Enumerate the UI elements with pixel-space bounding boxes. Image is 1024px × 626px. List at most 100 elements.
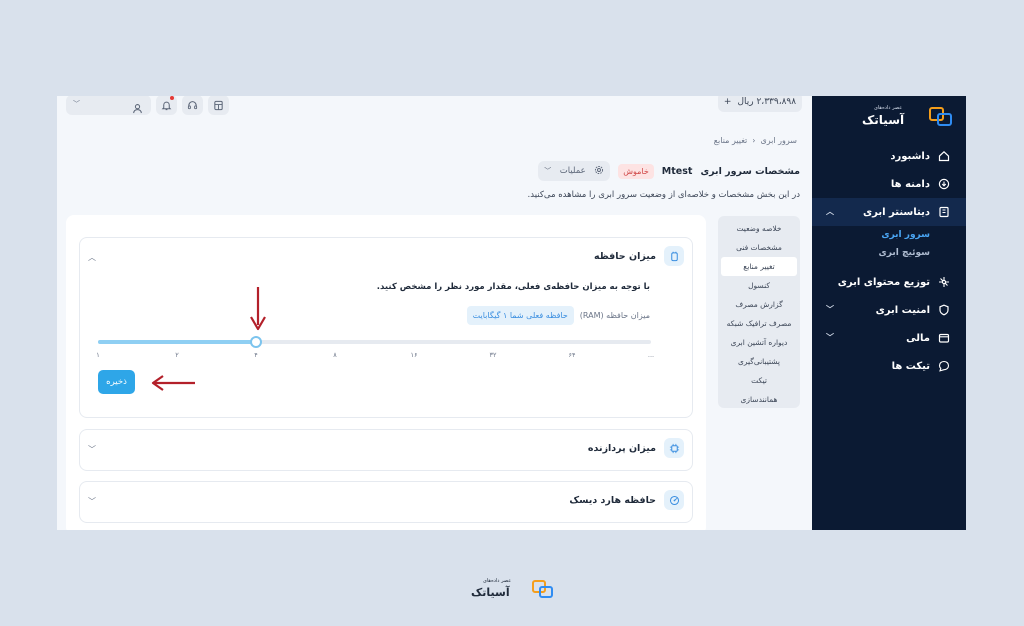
- tab-replication[interactable]: همانندسازی: [721, 390, 797, 409]
- slider-tick: ۳۲: [489, 351, 497, 359]
- logo-mark-blue: [539, 586, 553, 598]
- disk-section[interactable]: حافظه هارد دیسک ﹀: [79, 481, 693, 523]
- tab-backup[interactable]: پشتیبانی‌گیری: [721, 352, 797, 371]
- tab-firewall[interactable]: دیواره آتشین ابری: [721, 333, 797, 352]
- operations-label: عملیات: [559, 166, 586, 176]
- resize-card: میزان حافظه ︿ با توجه به میزان حافظه‌ی ف…: [66, 215, 706, 530]
- chevron-down-icon: ﹀: [544, 167, 552, 175]
- sidebar-item-label: دیتاسنتر ابری: [863, 206, 930, 218]
- save-button[interactable]: ذخیره: [98, 370, 135, 394]
- sidebar-item-cdn[interactable]: توزیع محتوای ابری: [812, 268, 966, 296]
- memory-icon: [664, 246, 684, 266]
- tab-usage-report[interactable]: گزارش مصرف: [721, 295, 797, 314]
- brand-tagline: عصر داده‌های: [874, 105, 903, 111]
- sidebar: عصر داده‌های آسیاتک داشبورد دامنه ها: [812, 96, 966, 530]
- topbar: ۲،۳۳۹،۸۹۸ ریال + ﹀: [57, 96, 812, 118]
- status-badge: خاموش: [618, 163, 654, 179]
- slider-tick: ۶۴: [568, 351, 576, 359]
- wallet-balance[interactable]: ۲،۳۳۹،۸۹۸ ریال +: [718, 96, 802, 112]
- operations-dropdown[interactable]: عملیات ﹀: [538, 161, 611, 181]
- calculator-button[interactable]: [208, 96, 229, 115]
- wallet-icon: [938, 332, 950, 344]
- tab-resize[interactable]: تغییر منابع: [721, 257, 797, 276]
- sidebar-item-label: تیکت ها: [891, 360, 930, 372]
- chevron-up-icon[interactable]: ︿: [88, 252, 96, 263]
- memory-title: میزان حافظه: [594, 250, 656, 262]
- tab-console[interactable]: کنسول: [721, 276, 797, 295]
- tab-network-traffic[interactable]: مصرف ترافیک شبکه: [721, 314, 797, 333]
- footer-brand-name: آسیاتک: [471, 586, 510, 599]
- chat-icon: [938, 360, 950, 372]
- page-title: مشخصات سرور ابری: [700, 165, 800, 177]
- tab-specs[interactable]: مشخصات فنی: [721, 238, 797, 257]
- balance-value: ۲،۳۳۹،۸۹۸ ریال: [737, 97, 797, 107]
- brand-name: آسیاتک: [862, 113, 905, 127]
- slider-fill: [98, 340, 256, 344]
- home-icon: [938, 150, 950, 162]
- annotation-arrow-down: [250, 287, 266, 331]
- calculator-icon: [213, 96, 224, 115]
- user-menu[interactable]: ﹀: [66, 96, 151, 115]
- ram-label: میزان حافظه (RAM): [579, 311, 650, 320]
- breadcrumb-current: تغییر منابع: [713, 136, 748, 145]
- ram-row: میزان حافظه (RAM) حافظه فعلی شما ۱ گیگاب…: [466, 306, 650, 325]
- page-header: مشخصات سرور ابری Mtest خاموش عملیات ﹀: [538, 161, 800, 181]
- current-memory-pill: حافظه فعلی شما ۱ گیگابایت: [466, 306, 574, 325]
- headset-icon: [187, 96, 198, 115]
- chevron-down-icon: ﹀: [826, 333, 834, 342]
- annotation-arrow-left: [151, 375, 195, 391]
- sidebar-item-label: توزیع محتوای ابری: [837, 276, 930, 288]
- slider-tick: ۱۶: [410, 351, 418, 359]
- footer-brand-logo: عصر داده‌های آسیاتک: [471, 578, 553, 602]
- notification-dot: [170, 96, 174, 100]
- sidebar-item-dashboard[interactable]: داشبورد: [812, 142, 966, 170]
- memory-slider[interactable]: [98, 336, 651, 348]
- cpu-section-header[interactable]: میزان پردازنده: [588, 438, 684, 458]
- chevron-down-icon: ﹀: [826, 305, 834, 314]
- brand-logo[interactable]: عصر داده‌های آسیاتک: [862, 104, 952, 130]
- sidebar-item-cloud-security[interactable]: امنیت ابری ﹀: [812, 296, 966, 324]
- memory-section-header[interactable]: میزان حافظه: [594, 246, 684, 266]
- chevron-down-icon: ﹀: [73, 100, 80, 108]
- chevron-down-icon[interactable]: ﹀: [88, 444, 96, 455]
- disk-section-header[interactable]: حافظه هارد دیسک: [569, 490, 684, 510]
- sidebar-subitem-cloud-server[interactable]: سرور ابری: [812, 226, 966, 244]
- breadcrumb-parent[interactable]: سرور ابری: [760, 136, 797, 145]
- chevron-down-icon[interactable]: ﹀: [88, 496, 96, 507]
- network-icon: [938, 276, 950, 288]
- sidebar-subitem-cloud-switch[interactable]: سوئیچ ابری: [812, 244, 966, 262]
- slider-tick: ۸: [333, 351, 337, 359]
- sidebar-item-cloud-datacenter[interactable]: دیتاسنتر ابری ︿: [812, 198, 966, 226]
- cpu-section[interactable]: میزان پردازنده ﹀: [79, 429, 693, 471]
- slider-thumb[interactable]: [250, 336, 262, 348]
- cpu-icon: [664, 438, 684, 458]
- topbar-actions: ﹀: [66, 96, 229, 115]
- building-icon: [938, 206, 950, 218]
- sidebar-item-tickets[interactable]: تیکت ها: [812, 352, 966, 380]
- sidebar-nav: داشبورد دامنه ها دیتاسنتر ابری ︿ سرور اب…: [812, 142, 966, 380]
- sidebar-item-label: مالی: [906, 332, 930, 344]
- sidebar-item-domains[interactable]: دامنه ها: [812, 170, 966, 198]
- user-icon: [132, 99, 143, 118]
- slider-ticks: ۱ ۲ ۴ ۸ ۱۶ ۳۲ ۶۴...: [96, 351, 654, 361]
- breadcrumb: سرور ابری ‹ تغییر منابع: [714, 136, 797, 145]
- cpu-title: میزان پردازنده: [587, 442, 656, 454]
- memory-section: میزان حافظه ︿ با توجه به میزان حافظه‌ی ف…: [79, 237, 693, 418]
- slider-tick: ۴: [254, 351, 258, 359]
- sidebar-item-label: دامنه ها: [890, 178, 930, 190]
- tab-ticket[interactable]: تیکت: [721, 371, 797, 390]
- sidebar-item-finance[interactable]: مالی ﹀: [812, 324, 966, 352]
- tab-summary[interactable]: خلاصه وضعیت: [721, 219, 797, 238]
- disk-title: حافظه هارد دیسک: [569, 494, 656, 506]
- logo-mark-blue: [937, 113, 952, 126]
- server-name: Mtest: [661, 165, 693, 177]
- notifications-button[interactable]: [156, 96, 177, 115]
- slider-tick: ۱: [96, 351, 100, 359]
- footer-brand-tagline: عصر داده‌های: [483, 578, 512, 584]
- support-button[interactable]: [182, 96, 203, 115]
- globe-icon: [938, 178, 950, 190]
- page-description: در این بخش مشخصات و خلاصه‌ای از وضعیت سر…: [527, 190, 800, 200]
- add-funds-icon[interactable]: +: [724, 97, 732, 107]
- sidebar-item-label: امنیت ابری: [875, 304, 930, 316]
- sidebar-item-label: داشبورد: [890, 150, 930, 162]
